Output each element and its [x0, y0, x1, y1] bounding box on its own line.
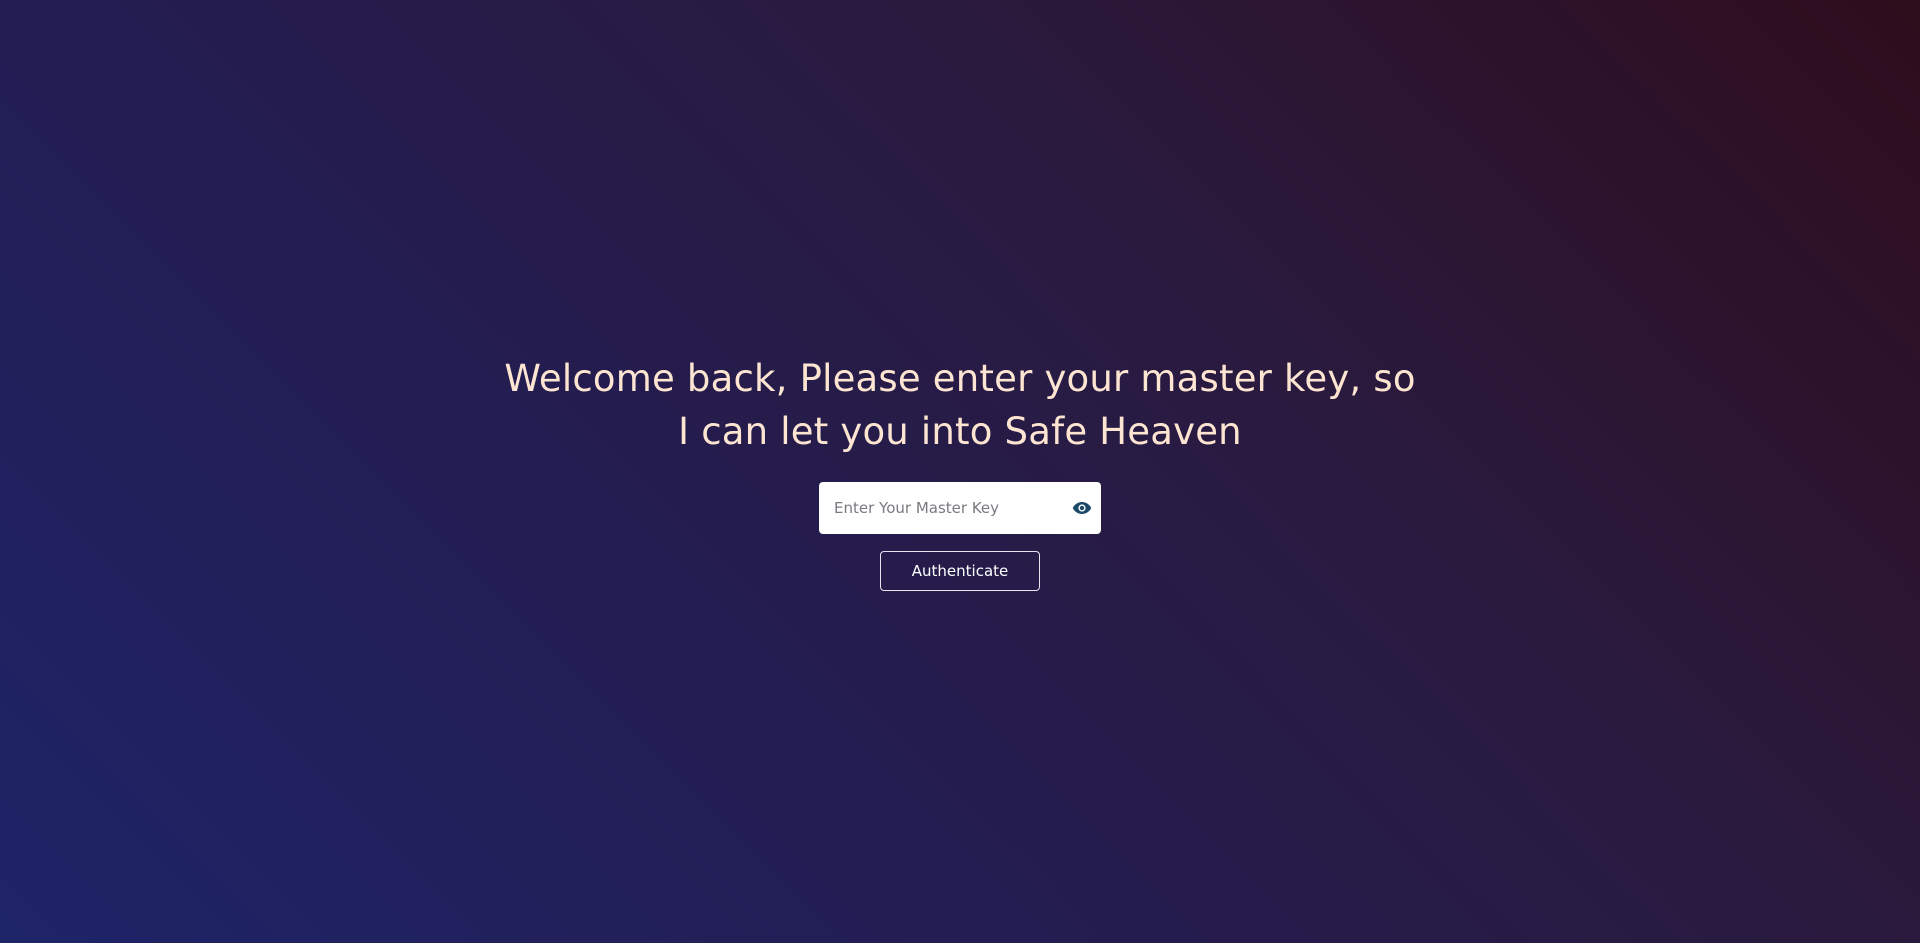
master-key-input[interactable] [834, 482, 1069, 534]
welcome-heading: Welcome back, Please enter your master k… [504, 357, 1416, 453]
master-key-field-wrapper [819, 482, 1101, 534]
eye-icon[interactable] [1069, 495, 1095, 521]
authenticate-button[interactable]: Authenticate [880, 551, 1040, 591]
eye-icon-graphic [1072, 502, 1092, 514]
login-container: Welcome back, Please enter your master k… [0, 0, 1920, 943]
